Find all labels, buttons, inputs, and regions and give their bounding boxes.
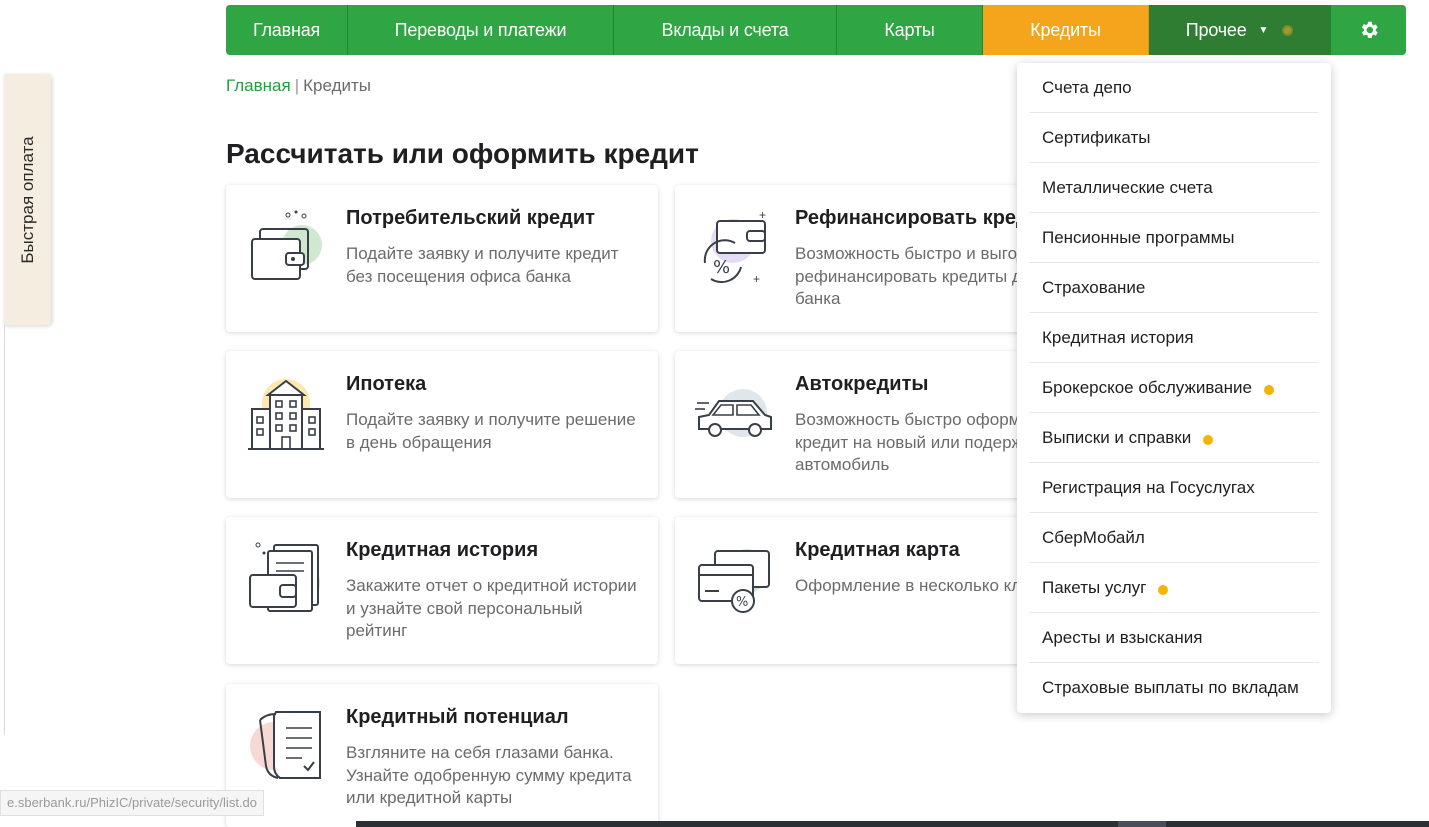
- page-title: Рассчитать или оформить кредит: [226, 138, 699, 169]
- menu-item-pension-programs[interactable]: Пенсионные программы: [1029, 213, 1319, 263]
- menu-item-metal-accounts[interactable]: Металлические счета: [1029, 163, 1319, 213]
- breadcrumb: Главная | Кредиты: [226, 76, 371, 96]
- nav-item-label: Переводы и платежи: [394, 19, 567, 40]
- card-description: Подайте заявку и получите кредит без пос…: [346, 244, 619, 286]
- bottom-bar-segment: [1118, 821, 1166, 827]
- notification-dot: [1282, 24, 1294, 36]
- bottom-bar: [356, 821, 1429, 827]
- menu-item-label: Страхование: [1042, 277, 1146, 297]
- svg-text:%: %: [736, 595, 748, 610]
- nav-item-cards[interactable]: Карты: [837, 5, 983, 55]
- menu-item-credit-history[interactable]: Кредитная история: [1029, 313, 1319, 363]
- card-consumer-credit[interactable]: Потребительский кредит Подайте заявку и …: [226, 185, 658, 332]
- document-wallet-icon: [249, 542, 320, 612]
- card-credit-potential[interactable]: Кредитный потенциал Взгляните на себя гл…: [226, 684, 658, 827]
- menu-item-label: Пакеты услуг: [1042, 577, 1147, 597]
- menu-item-label: СберМобайл: [1042, 527, 1145, 547]
- menu-item-sbermobile[interactable]: СберМобайл: [1029, 513, 1319, 563]
- settings-button[interactable]: [1331, 5, 1406, 55]
- other-dropdown-menu: Счета депо Сертификаты Металлические сче…: [1017, 63, 1331, 713]
- nav-item-label: Прочее: [1185, 19, 1247, 40]
- menu-item-label: Страховые выплаты по вкладам: [1042, 678, 1299, 697]
- quick-pay-tab[interactable]: Быстрая оплата: [4, 74, 51, 325]
- card-description: Закажите отчет о кредитной истории и узн…: [346, 576, 637, 640]
- menu-item-label: Металлические счета: [1042, 177, 1213, 197]
- caret-down-icon: ▼: [1258, 24, 1269, 36]
- menu-item-insurance[interactable]: Страхование: [1029, 263, 1319, 313]
- nav-item-deposits[interactable]: Вклады и счета: [614, 5, 837, 55]
- menu-item-deposit-insurance[interactable]: Страховые выплаты по вкладам: [1029, 663, 1319, 713]
- nav-item-home[interactable]: Главная: [226, 5, 348, 55]
- menu-item-label: Сертификаты: [1042, 127, 1151, 147]
- svg-text:+: +: [753, 272, 760, 286]
- menu-item-brokerage[interactable]: Брокерское обслуживание: [1029, 363, 1319, 413]
- nav-item-transfers[interactable]: Переводы и платежи: [348, 5, 614, 55]
- menu-item-arrests[interactable]: Аресты и взыскания: [1029, 613, 1319, 663]
- breadcrumb-home-link[interactable]: Главная: [226, 76, 291, 95]
- nav-item-label: Кредиты: [1030, 19, 1101, 40]
- card-description: Взгляните на себя глазами банка. Узнайте…: [346, 743, 632, 807]
- wallet-icon: [251, 210, 322, 280]
- menu-item-gosuslugi[interactable]: Регистрация на Госуслугах: [1029, 463, 1319, 513]
- card-description: Подайте заявку и получите решение в день…: [346, 410, 636, 452]
- card-title: Ипотека: [346, 373, 427, 395]
- menu-item-label: Кредитная история: [1042, 327, 1194, 347]
- top-nav: Главная Переводы и платежи Вклады и счет…: [226, 5, 1406, 55]
- menu-item-depo-accounts[interactable]: Счета депо: [1029, 63, 1319, 113]
- gear-icon: [1361, 21, 1378, 38]
- new-badge-dot: [1263, 384, 1274, 395]
- card-title: Кредитный потенциал: [346, 706, 569, 728]
- credit-card-icon: %: [698, 549, 770, 613]
- menu-item-statements[interactable]: Выписки и справки: [1029, 413, 1319, 463]
- nav-item-credits[interactable]: Кредиты: [983, 5, 1149, 55]
- menu-item-label: Брокерское обслуживание: [1042, 377, 1252, 397]
- menu-item-label: Пенсионные программы: [1042, 227, 1235, 247]
- building-icon: [248, 379, 324, 450]
- card-title: Кредитная история: [346, 539, 539, 561]
- nav-item-label: Вклады и счета: [661, 19, 789, 40]
- menu-item-service-packages[interactable]: Пакеты услуг: [1029, 563, 1319, 613]
- menu-item-label: Счета депо: [1042, 77, 1132, 97]
- quick-pay-label: Быстрая оплата: [17, 135, 37, 264]
- menu-item-label: Регистрация на Госуслугах: [1042, 477, 1255, 497]
- card-title: Кредитная карта: [795, 539, 960, 561]
- svg-text:+: +: [759, 208, 766, 222]
- receipt-icon: [250, 711, 321, 779]
- nav-item-label: Главная: [252, 19, 321, 40]
- card-credit-history[interactable]: Кредитная история Закажите отчет о креди…: [226, 517, 658, 664]
- menu-item-label: Аресты и взыскания: [1042, 627, 1203, 647]
- card-mortgage[interactable]: Ипотека Подайте заявку и получите решени…: [226, 351, 658, 498]
- breadcrumb-separator: |: [294, 76, 300, 95]
- refinance-percent-icon: % + +: [703, 208, 766, 286]
- new-badge-dot: [1158, 584, 1169, 595]
- menu-item-label: Выписки и справки: [1042, 427, 1192, 447]
- status-bar-url: e.sberbank.ru/PhizIC/private/security/li…: [0, 790, 264, 816]
- new-badge-dot: [1203, 434, 1214, 445]
- card-title: Автокредиты: [795, 373, 929, 395]
- card-title: Потребительский кредит: [346, 207, 595, 229]
- menu-item-certificates[interactable]: Сертификаты: [1029, 113, 1319, 163]
- left-divider: [4, 325, 5, 735]
- car-icon: [695, 389, 772, 437]
- nav-item-label: Карты: [884, 19, 935, 40]
- nav-item-other[interactable]: Прочее ▼: [1149, 5, 1331, 55]
- svg-text:%: %: [713, 257, 730, 278]
- breadcrumb-current: Кредиты: [303, 76, 371, 95]
